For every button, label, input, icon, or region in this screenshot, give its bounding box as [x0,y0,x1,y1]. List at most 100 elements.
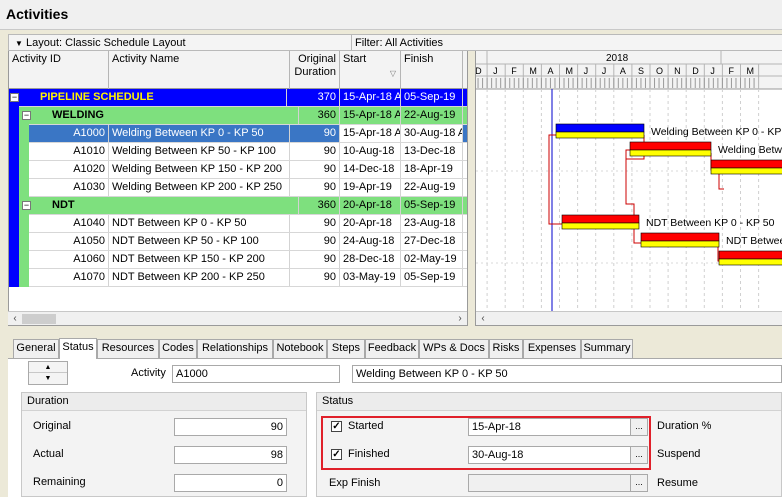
start-cell[interactable]: 10-Aug-18 [340,143,401,160]
duration-cell[interactable]: 360 [290,197,340,214]
column-header-finish[interactable]: Finish [401,51,463,89]
activity-navigator[interactable]: ▲ ▼ [28,361,68,385]
table-row[interactable]: A1000 Welding Between KP 0 - KP 50 90 15-Ap… [9,125,467,143]
finish-cell[interactable]: 27-Dec-18 [401,233,463,250]
activity-name-cell[interactable]: NDT Between KP 50 - KP 100 [109,233,290,250]
next-activity-icon[interactable]: ▼ [29,373,67,384]
column-header-start[interactable]: Start ▽ [340,51,401,89]
start-cell[interactable]: 19-Apr-19 [340,179,401,196]
activity-id-field[interactable]: A1000 [172,365,340,383]
remaining-duration-field[interactable]: 0 [174,474,287,492]
column-header-original-duration[interactable]: Original Duration [290,51,340,89]
original-duration-field[interactable]: 90 [174,418,287,436]
activity-name-cell[interactable]: Welding Between KP 50 - KP 100 [109,143,290,160]
filter-label[interactable]: Filter: All Activities [355,37,443,49]
gantt-horizontal-scrollbar[interactable]: ‹ [476,311,782,325]
tab-codes[interactable]: Codes [159,339,197,358]
activity-id-cell[interactable]: A1050 [39,233,109,250]
column-header-activity-name[interactable]: Activity Name [109,51,290,89]
collapse-icon[interactable]: − [22,111,31,120]
finish-cell[interactable]: 05-Sep-19 [401,197,463,214]
scroll-thumb[interactable] [22,314,56,324]
exp-finish-picker-button[interactable]: ... [630,474,648,492]
start-cell[interactable]: 20-Apr-18 [340,197,401,214]
finish-cell[interactable]: 23-Aug-18 [401,215,463,232]
table-row[interactable]: A1040 NDT Between KP 0 - KP 50 90 20-Apr-18… [9,215,467,233]
duration-cell[interactable]: 90 [290,125,340,142]
start-cell[interactable]: 15-Apr-18 A [340,125,401,142]
pane-splitter[interactable] [467,51,476,326]
start-cell[interactable]: 15-Apr-18 A [340,89,401,106]
exp-finish-field[interactable] [468,474,631,492]
table-row[interactable]: A1010 Welding Between KP 50 - KP 100 90 10-… [9,143,467,161]
table-row[interactable]: A1070 NDT Between KP 200 - KP 250 90 03-May… [9,269,467,287]
duration-cell[interactable]: 90 [290,269,340,286]
duration-cell[interactable]: 90 [290,233,340,250]
activity-name-cell[interactable]: NDT Between KP 200 - KP 250 [109,269,290,286]
duration-cell[interactable]: 360 [290,107,340,124]
tab-resources[interactable]: Resources [97,339,159,358]
table-row[interactable]: A1020 Welding Between KP 150 - KP 200 90 14… [9,161,467,179]
table-row[interactable]: A1060 NDT Between KP 150 - KP 200 90 28-Dec… [9,251,467,269]
activity-name-cell[interactable]: Welding Between KP 150 - KP 200 [109,161,290,178]
duration-cell[interactable]: 370 [290,89,340,106]
finish-cell[interactable]: 22-Aug-19 [401,107,463,124]
finish-cell[interactable]: 05-Sep-19 [401,89,463,106]
activity-name-cell[interactable]: NDT Between KP 150 - KP 200 [109,251,290,268]
wbs-name-cell[interactable]: WELDING [49,107,299,124]
start-cell[interactable]: 15-Apr-18 A [340,107,401,124]
table-row[interactable]: A1030 Welding Between KP 200 - KP 250 90 19… [9,179,467,197]
activity-name-cell[interactable]: NDT Between KP 0 - KP 50 [109,215,290,232]
duration-cell[interactable]: 90 [290,179,340,196]
activity-name-cell[interactable]: Welding Between KP 0 - KP 50 [109,125,290,142]
tab-relationships[interactable]: Relationships [197,339,273,358]
activity-id-cell[interactable]: A1010 [39,143,109,160]
scroll-left-icon[interactable]: ‹ [476,312,490,326]
duration-cell[interactable]: 90 [290,161,340,178]
start-cell[interactable]: 20-Apr-18 [340,215,401,232]
layout-selector[interactable]: ▼ Layout: Classic Schedule Layout [15,37,186,49]
finish-cell[interactable]: 05-Sep-19 [401,269,463,286]
wbs-row-ndt[interactable]: − NDT 360 20-Apr-18 05-Sep-19 [9,197,467,215]
finish-cell[interactable]: 30-Aug-18 A [401,125,463,142]
column-header-activity-id[interactable]: Activity ID [9,51,109,89]
finish-cell[interactable]: 13-Dec-18 [401,143,463,160]
duration-cell[interactable]: 90 [290,143,340,160]
activity-name-cell[interactable]: Welding Between KP 200 - KP 250 [109,179,290,196]
activity-id-cell[interactable]: A1030 [39,179,109,196]
start-cell[interactable]: 14-Dec-18 [340,161,401,178]
tab-steps[interactable]: Steps [327,339,365,358]
activity-id-cell[interactable]: A1020 [39,161,109,178]
tab-notebook[interactable]: Notebook [273,339,327,358]
tab-general[interactable]: General [13,339,59,358]
collapse-icon[interactable]: − [10,93,19,102]
finish-cell[interactable]: 22-Aug-19 [401,179,463,196]
activity-id-cell[interactable]: A1040 [39,215,109,232]
tab-expenses[interactable]: Expenses [523,339,581,358]
tab-status[interactable]: Status [59,338,97,359]
collapse-icon[interactable]: − [22,201,31,210]
wbs-name-cell[interactable]: PIPELINE SCHEDULE [37,89,287,106]
activity-name-field[interactable]: Welding Between KP 0 - KP 50 [352,365,782,383]
tab-feedback[interactable]: Feedback [365,339,419,358]
finish-cell[interactable]: 18-Apr-19 [401,161,463,178]
table-row[interactable]: A1050 NDT Between KP 50 - KP 100 90 24-Aug-… [9,233,467,251]
scroll-left-icon[interactable]: ‹ [8,312,22,326]
activity-id-cell[interactable]: A1060 [39,251,109,268]
tab-risks[interactable]: Risks [489,339,523,358]
duration-cell[interactable]: 90 [290,251,340,268]
table-horizontal-scrollbar[interactable]: ‹ › [8,311,467,325]
scroll-right-icon[interactable]: › [453,312,467,326]
wbs-row-welding[interactable]: − WELDING 360 15-Apr-18 A 22-Aug-19 [9,107,467,125]
wbs-row-pipeline-schedule[interactable]: − PIPELINE SCHEDULE 370 15-Apr-18 A 05-Sep-1… [9,89,467,107]
actual-duration-field[interactable]: 98 [174,446,287,464]
previous-activity-icon[interactable]: ▲ [29,362,67,373]
finish-cell[interactable]: 02-May-19 [401,251,463,268]
duration-cell[interactable]: 90 [290,215,340,232]
activity-id-cell[interactable]: A1070 [39,269,109,286]
tab-wps-docs[interactable]: WPs & Docs [419,339,489,358]
activity-id-cell[interactable]: A1000 [39,125,109,142]
start-cell[interactable]: 28-Dec-18 [340,251,401,268]
start-cell[interactable]: 24-Aug-18 [340,233,401,250]
wbs-name-cell[interactable]: NDT [49,197,299,214]
